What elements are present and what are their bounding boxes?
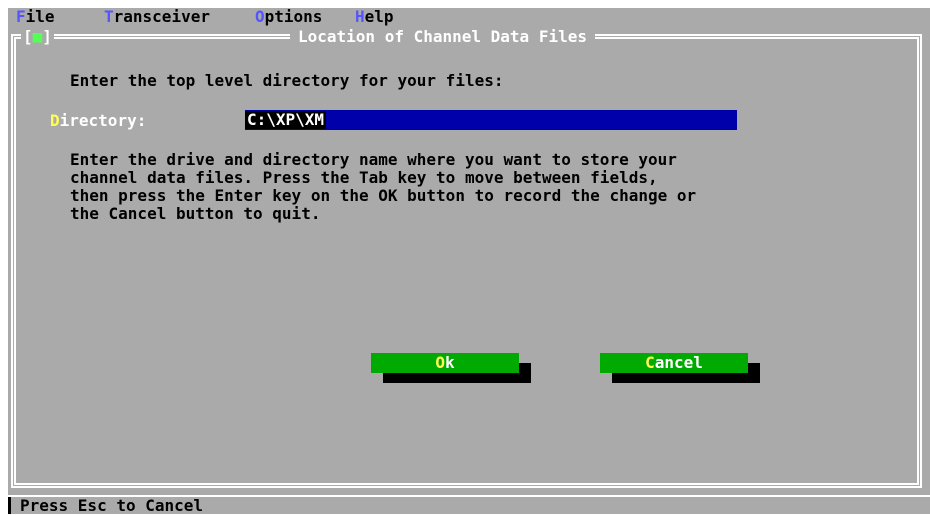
- directory-label: Directory:: [50, 112, 146, 130]
- cancel-button-label: ancel: [654, 353, 703, 372]
- help-line-4: the Cancel button to quit.: [70, 204, 321, 223]
- directory-input-value: C:\XP\XM: [245, 110, 327, 129]
- ok-button-hotkey: O: [435, 353, 445, 372]
- help-line-2: channel data files. Press the Tab key to…: [70, 168, 658, 187]
- cancel-button-hotkey: C: [645, 353, 655, 372]
- menu-help-label: elp: [364, 7, 394, 26]
- menu-transceiver-hotkey: T: [104, 7, 114, 26]
- help-line-1: Enter the drive and directory name where…: [70, 150, 677, 169]
- directory-input[interactable]: C:\XP\XM: [245, 110, 737, 130]
- directory-prompt: Enter the top level directory for your f…: [70, 71, 504, 90]
- close-box-left: [: [23, 27, 33, 46]
- status-bar: Press Esc to Cancel: [8, 495, 930, 515]
- menu-help[interactable]: Help: [355, 8, 394, 26]
- menu-options-label: ptions: [264, 7, 323, 26]
- close-box-button[interactable]: [■]: [21, 28, 54, 46]
- menu-file-label: ile: [25, 7, 55, 26]
- menu-options[interactable]: Options: [255, 8, 322, 26]
- directory-label-text: irectory:: [59, 111, 147, 130]
- directory-label-hotkey: D: [50, 111, 60, 130]
- dialog-title: Location of Channel Data Files: [290, 28, 595, 46]
- status-bar-text: Press Esc to Cancel: [20, 496, 204, 515]
- menu-transceiver-label: ransceiver: [113, 7, 210, 26]
- menu-file-hotkey: F: [16, 7, 26, 26]
- menu-bar: File Transceiver Options Help: [8, 8, 930, 26]
- menu-transceiver[interactable]: Transceiver: [104, 8, 210, 26]
- ok-button-label: k: [445, 353, 455, 372]
- dos-screen: File Transceiver Options Help [■] Locati…: [8, 8, 930, 515]
- ok-button[interactable]: Ok: [371, 353, 519, 373]
- menu-help-hotkey: H: [355, 7, 365, 26]
- close-box-right: ]: [42, 27, 52, 46]
- menu-options-hotkey: O: [255, 7, 265, 26]
- close-icon: ■: [32, 27, 43, 46]
- menu-file[interactable]: File: [16, 8, 55, 26]
- status-bar-marker: [8, 497, 11, 514]
- help-line-3: then press the Enter key on the OK butto…: [70, 186, 697, 205]
- dialog-frame: [11, 34, 922, 488]
- cancel-button[interactable]: Cancel: [600, 353, 748, 373]
